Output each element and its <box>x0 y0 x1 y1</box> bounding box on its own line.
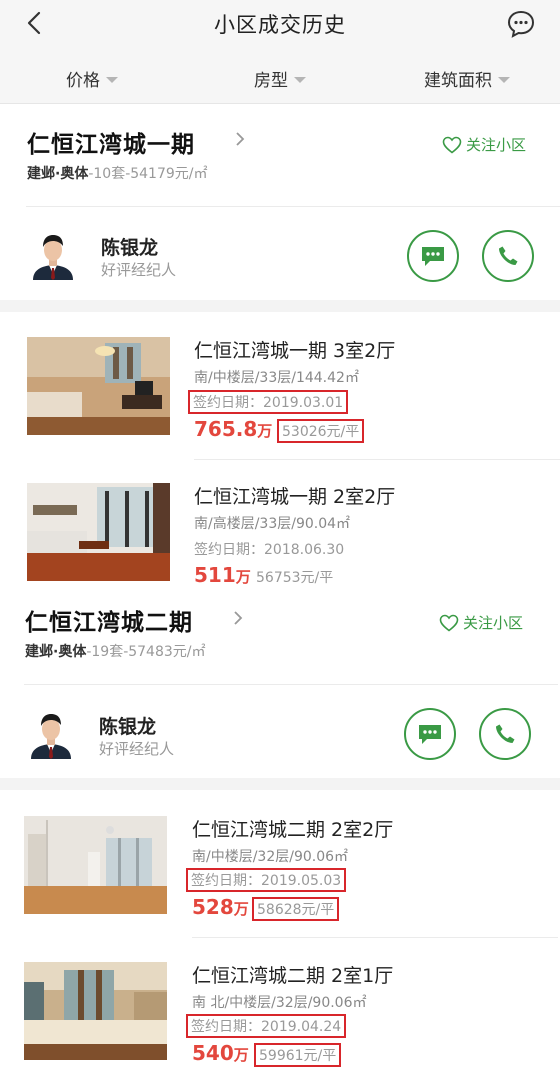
price-value: 540 <box>192 1041 234 1065</box>
listing-price: 511万 <box>194 563 251 587</box>
community-info: 建邺·奥体-10套-54179元/㎡ <box>27 163 208 183</box>
listing-sign-date: 签约日期：2018.06.30 <box>194 542 345 558</box>
community-district: 建邺·奥体 <box>25 644 87 660</box>
price-unit: 万 <box>235 568 251 586</box>
listing-detail: 南/中楼层/32层/90.06㎡ <box>192 849 349 865</box>
filter-area[interactable]: 建筑面积 <box>424 66 510 91</box>
caret-down-icon <box>106 76 118 83</box>
section-gap <box>0 300 560 312</box>
divider <box>192 937 558 938</box>
filter-room-type[interactable]: 房型 <box>254 66 306 91</box>
listing-title[interactable]: 仁恒江湾城二期 2室1厅 <box>192 961 393 988</box>
caret-down-icon <box>498 76 510 83</box>
chat-bubble-icon[interactable] <box>506 9 536 39</box>
listing-title[interactable]: 仁恒江湾城一期 3室2厅 <box>194 336 395 363</box>
community-district: 建邺·奥体 <box>27 166 89 182</box>
community-stats: -10套-54179元/㎡ <box>88 166 208 182</box>
agent-avatar[interactable] <box>25 707 77 759</box>
listing-unit-price: 59961元/平 <box>254 1043 342 1067</box>
chevron-right-icon[interactable] <box>233 132 247 146</box>
follow-community-button[interactable]: 关注小区 <box>442 134 526 155</box>
caret-down-icon <box>294 76 306 83</box>
listing-photo[interactable] <box>27 337 170 435</box>
agent-subtitle: 好评经纪人 <box>101 261 177 279</box>
listing-unit-price: 53026元/平 <box>277 419 365 443</box>
price-value: 511 <box>194 563 236 587</box>
listing-photo[interactable] <box>24 816 167 914</box>
agent-subtitle: 好评经纪人 <box>99 740 175 758</box>
phone-icon <box>496 724 515 743</box>
price-unit: 万 <box>233 900 249 918</box>
filter-room-type-label: 房型 <box>254 71 288 91</box>
listing-unit-price: 58628元/平 <box>252 897 340 921</box>
listing-title[interactable]: 仁恒江湾城一期 2室2厅 <box>194 482 395 509</box>
filter-price-label: 价格 <box>66 71 100 91</box>
message-icon <box>422 247 444 266</box>
heart-outline-icon <box>442 136 462 154</box>
divider <box>24 684 558 685</box>
follow-label: 关注小区 <box>466 136 527 154</box>
filter-price[interactable]: 价格 <box>66 66 118 91</box>
message-agent-button[interactable] <box>404 708 456 760</box>
phone-icon <box>499 246 518 265</box>
divider <box>194 459 560 460</box>
message-icon <box>419 725 441 744</box>
listing-photo[interactable] <box>24 962 167 1060</box>
follow-community-button[interactable]: 关注小区 <box>439 612 523 633</box>
listing-title[interactable]: 仁恒江湾城二期 2室2厅 <box>192 815 393 842</box>
community-info: 建邺·奥体-19套-57483元/㎡ <box>25 641 206 661</box>
message-agent-button[interactable] <box>407 230 459 282</box>
agent-name: 陈银龙 <box>101 237 159 259</box>
listing-photo[interactable] <box>27 483 170 581</box>
price-unit: 万 <box>257 422 273 440</box>
listing-sign-date: 签约日期：2019.04.24 <box>186 1014 347 1038</box>
chevron-right-icon[interactable] <box>231 611 245 625</box>
page-title: 小区成交历史 <box>214 13 346 37</box>
community-name[interactable]: 仁恒江湾城二期 <box>25 603 193 637</box>
listing-price: 765.8万 <box>194 417 272 441</box>
heart-outline-icon <box>439 614 459 632</box>
listing-sign-date: 签约日期：2019.05.03 <box>186 868 347 892</box>
listing-price: 540万 <box>192 1041 249 1065</box>
listing-detail: 南/高楼层/33层/90.04㎡ <box>194 516 351 532</box>
agent-avatar[interactable] <box>27 228 79 280</box>
listing-unit-price: 56753元/平 <box>256 570 334 586</box>
listing-sign-date: 签约日期：2019.03.01 <box>188 390 349 414</box>
listing-detail: 南/中楼层/33层/144.42㎡ <box>194 370 359 386</box>
price-unit: 万 <box>233 1046 249 1064</box>
filter-area-label: 建筑面积 <box>424 71 492 91</box>
community-stats: -19套-57483元/㎡ <box>86 644 206 660</box>
price-value: 528 <box>192 895 234 919</box>
listing-detail: 南 北/中楼层/32层/90.06㎡ <box>192 995 367 1011</box>
agent-name: 陈银龙 <box>99 716 157 738</box>
call-agent-button[interactable] <box>479 708 531 760</box>
price-value: 765.8 <box>194 417 258 441</box>
section-gap <box>0 778 560 790</box>
divider <box>26 206 560 207</box>
listing-price: 528万 <box>192 895 249 919</box>
follow-label: 关注小区 <box>463 614 524 632</box>
call-agent-button[interactable] <box>482 230 534 282</box>
top-bar: 小区成交历史 价格 房型 建筑面积 <box>0 0 560 104</box>
community-name[interactable]: 仁恒江湾城一期 <box>27 125 195 159</box>
